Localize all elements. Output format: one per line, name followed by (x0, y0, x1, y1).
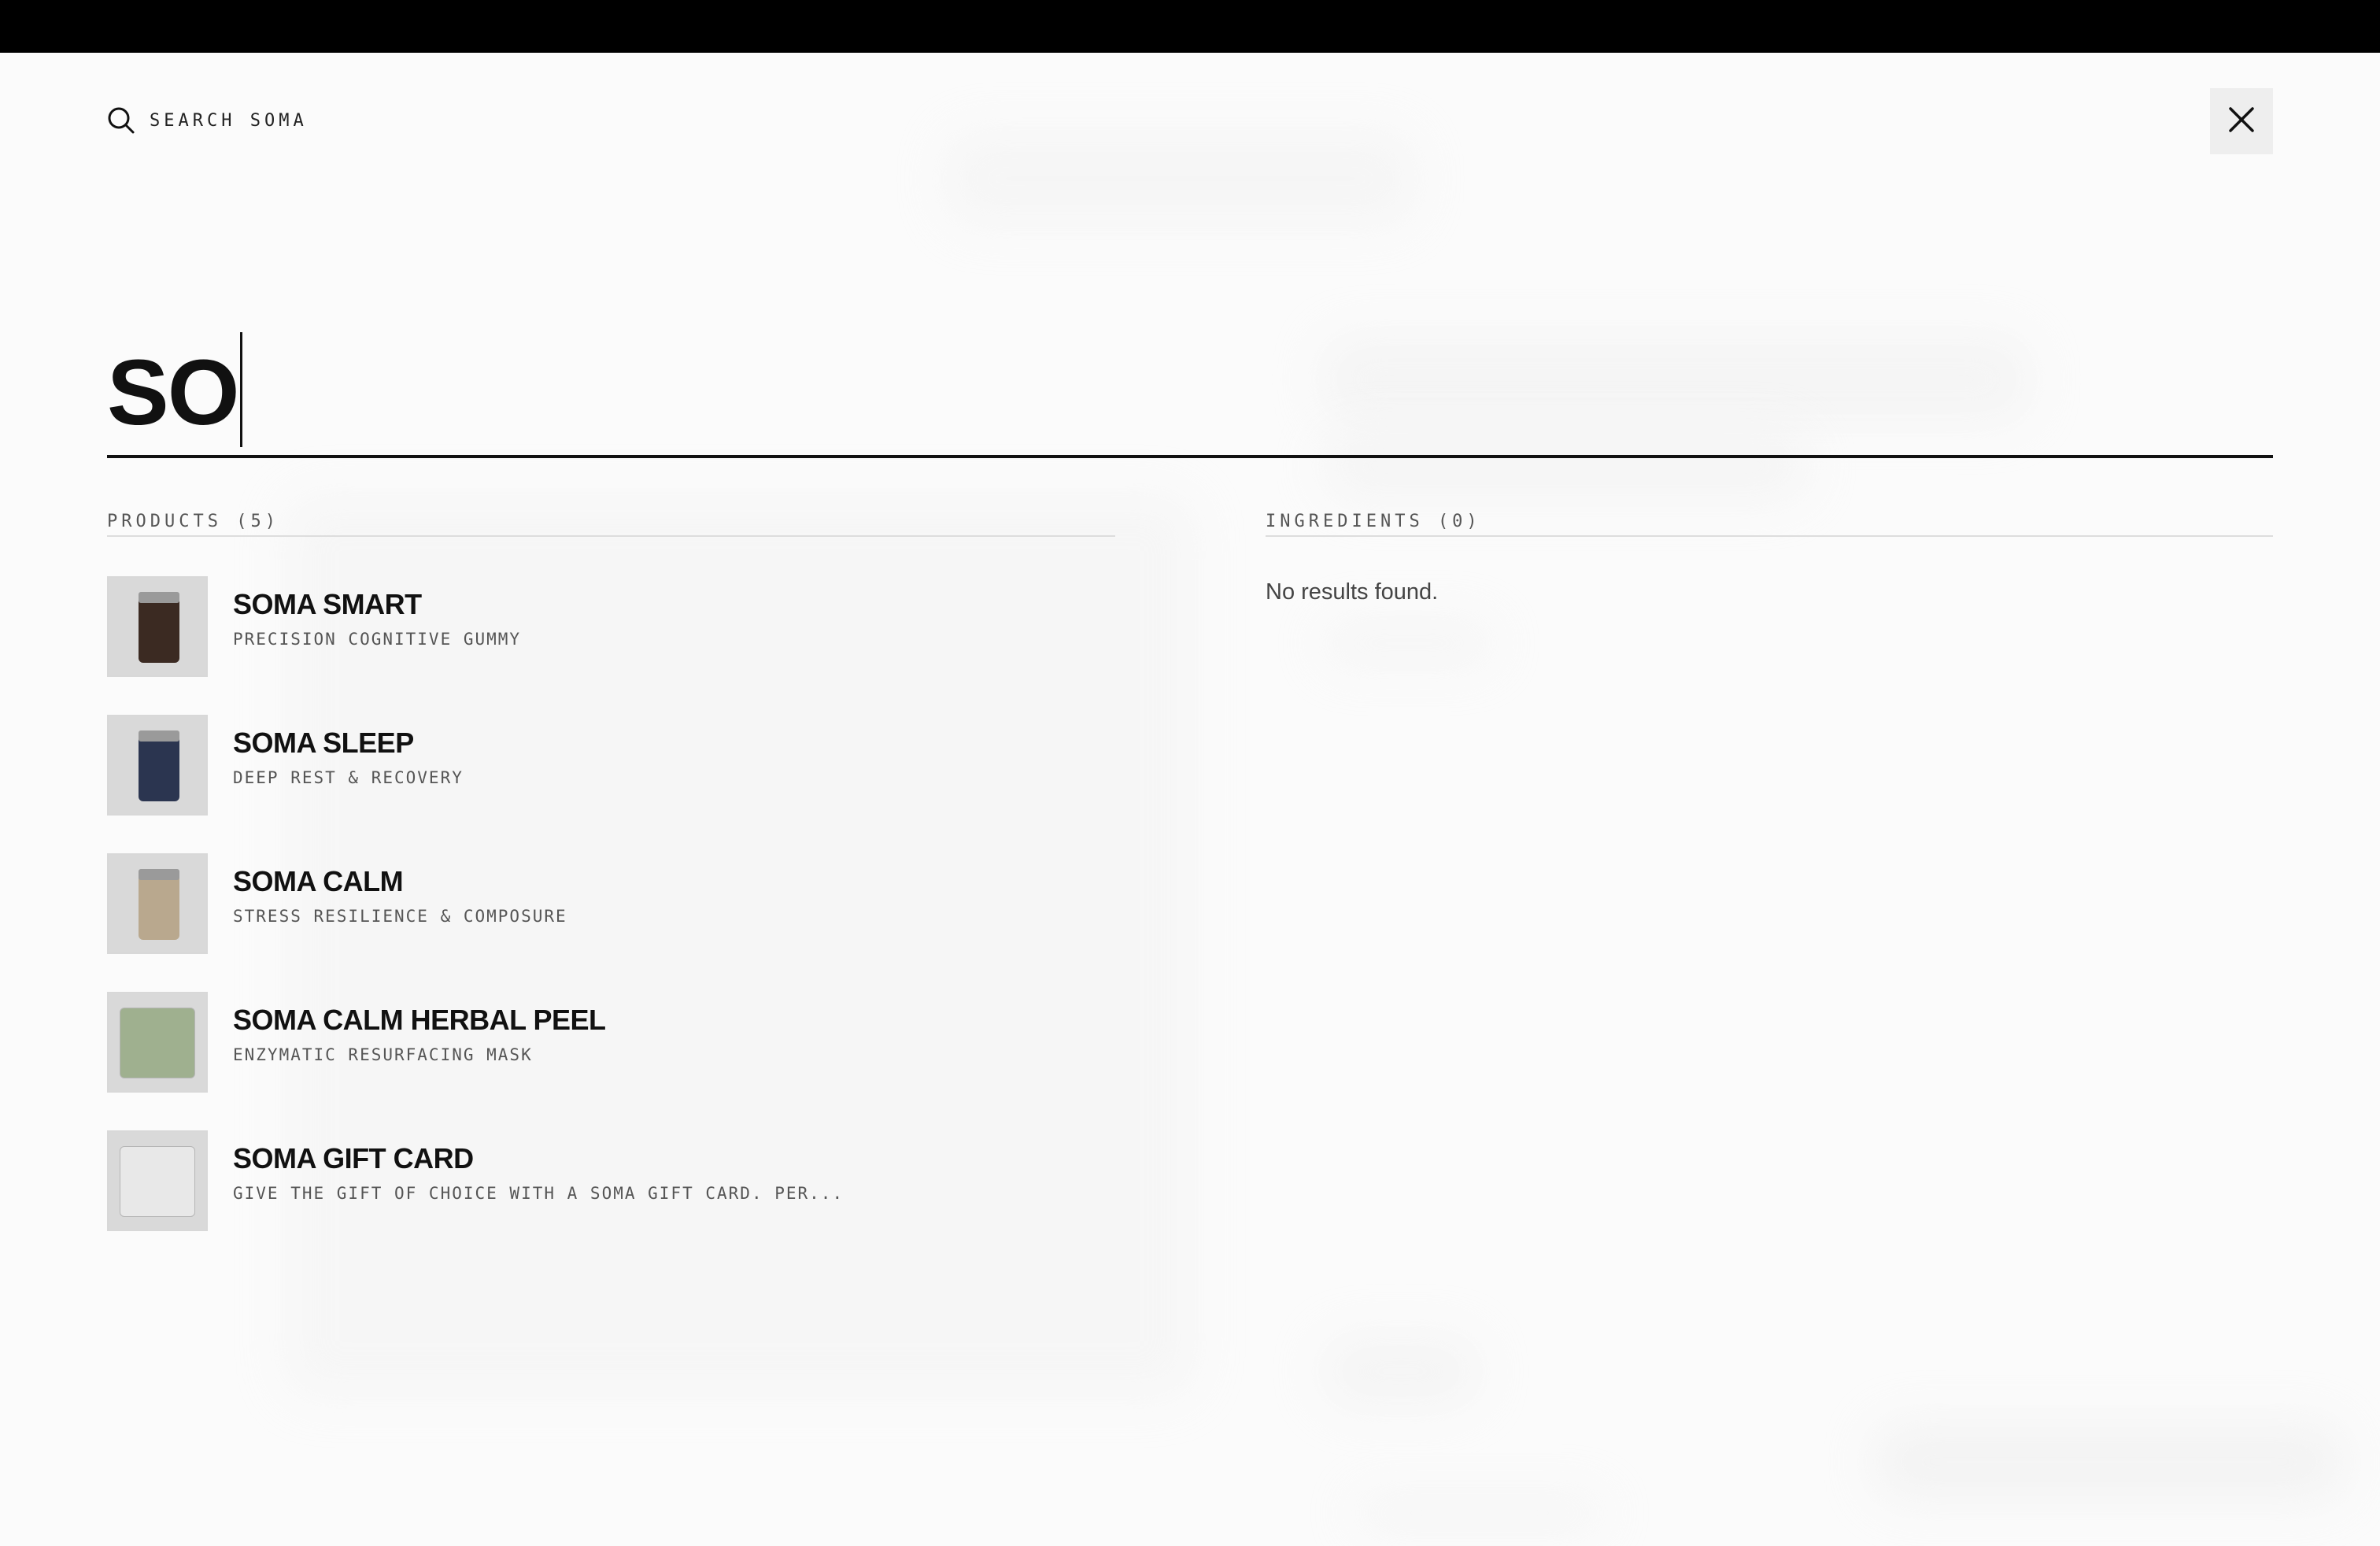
jar-image (139, 872, 179, 940)
jar-lid (139, 592, 179, 603)
background-blur (944, 131, 1417, 226)
background-blur (1354, 1493, 1606, 1533)
product-thumbnail (107, 992, 208, 1093)
search-icon (107, 106, 135, 135)
jar-image (139, 734, 179, 801)
background-blur (1873, 1422, 2345, 1501)
products-heading: PRODUCTS (5) (107, 499, 1115, 537)
product-name: SOMA CALM (233, 864, 404, 897)
product-description: DEEP REST & RECOVERY (233, 767, 464, 787)
package-image (120, 1008, 195, 1078)
text-caret (239, 332, 242, 447)
product-name: SOMA CALM HERBAL PEEL (233, 1003, 606, 1036)
ingredients-heading: INGREDIENTS (0) (1266, 499, 2273, 537)
jar-image (139, 595, 179, 663)
background-blur (1322, 620, 1495, 667)
search-header: SEARCH SOMA (107, 106, 308, 135)
product-thumbnail (107, 576, 208, 677)
package-image (120, 1146, 195, 1217)
product-text: SOMA GIFT CARD GIVE THE GIFT OF CHOICE WI… (233, 1144, 844, 1203)
product-result[interactable]: SOMA SLEEP DEEP REST & RECOVERY (107, 715, 1115, 816)
browser-top-bar (0, 0, 2380, 53)
product-text: SOMA SLEEP DEEP REST & RECOVERY (233, 728, 464, 787)
products-section: PRODUCTS (5) SOMA SMART PRECISION COGNITI… (107, 499, 1115, 1269)
search-input[interactable]: SO (107, 277, 2273, 458)
product-text: SOMA SMART PRECISION COGNITIVE GUMMY (233, 590, 522, 649)
product-description: ENZYMATIC RESURFACING MASK (233, 1045, 533, 1064)
close-button[interactable] (2210, 88, 2273, 154)
search-overlay: SEARCH SOMA SO PRODUCTS (5) SOMA SMART PR… (0, 53, 2380, 1546)
product-result[interactable]: SOMA GIFT CARD GIVE THE GIFT OF CHOICE WI… (107, 1130, 1115, 1231)
product-description: STRESS RESILIENCE & COMPOSURE (233, 906, 567, 926)
background-blur (1322, 1336, 1480, 1407)
product-name: SOMA SMART (233, 587, 422, 620)
product-name: SOMA SLEEP (233, 726, 414, 759)
no-results-message: No results found. (1266, 579, 1439, 605)
product-result[interactable]: SOMA SMART PRECISION COGNITIVE GUMMY (107, 576, 1115, 677)
product-name: SOMA GIFT CARD (233, 1141, 474, 1174)
product-thumbnail (107, 853, 208, 954)
product-result[interactable]: SOMA CALM STRESS RESILIENCE & COMPOSURE (107, 853, 1115, 954)
product-description: PRECISION COGNITIVE GUMMY (233, 629, 522, 649)
search-query-text: SO (107, 341, 239, 445)
product-text: SOMA CALM HERBAL PEEL ENZYMATIC RESURFACI… (233, 1005, 606, 1064)
product-result[interactable]: SOMA CALM HERBAL PEEL ENZYMATIC RESURFACI… (107, 992, 1115, 1093)
product-list: SOMA SMART PRECISION COGNITIVE GUMMY SOMA … (107, 576, 1115, 1231)
product-thumbnail (107, 715, 208, 816)
jar-lid (139, 730, 179, 742)
product-description: GIVE THE GIFT OF CHOICE WITH A SOMA GIFT… (233, 1183, 844, 1203)
search-header-label: SEARCH SOMA (150, 110, 308, 131)
product-text: SOMA CALM STRESS RESILIENCE & COMPOSURE (233, 867, 567, 926)
product-thumbnail (107, 1130, 208, 1231)
jar-lid (139, 869, 179, 880)
ingredients-section: INGREDIENTS (0) No results found. (1266, 499, 2273, 605)
search-query-field[interactable]: SO (107, 324, 242, 447)
close-icon (2228, 106, 2255, 137)
